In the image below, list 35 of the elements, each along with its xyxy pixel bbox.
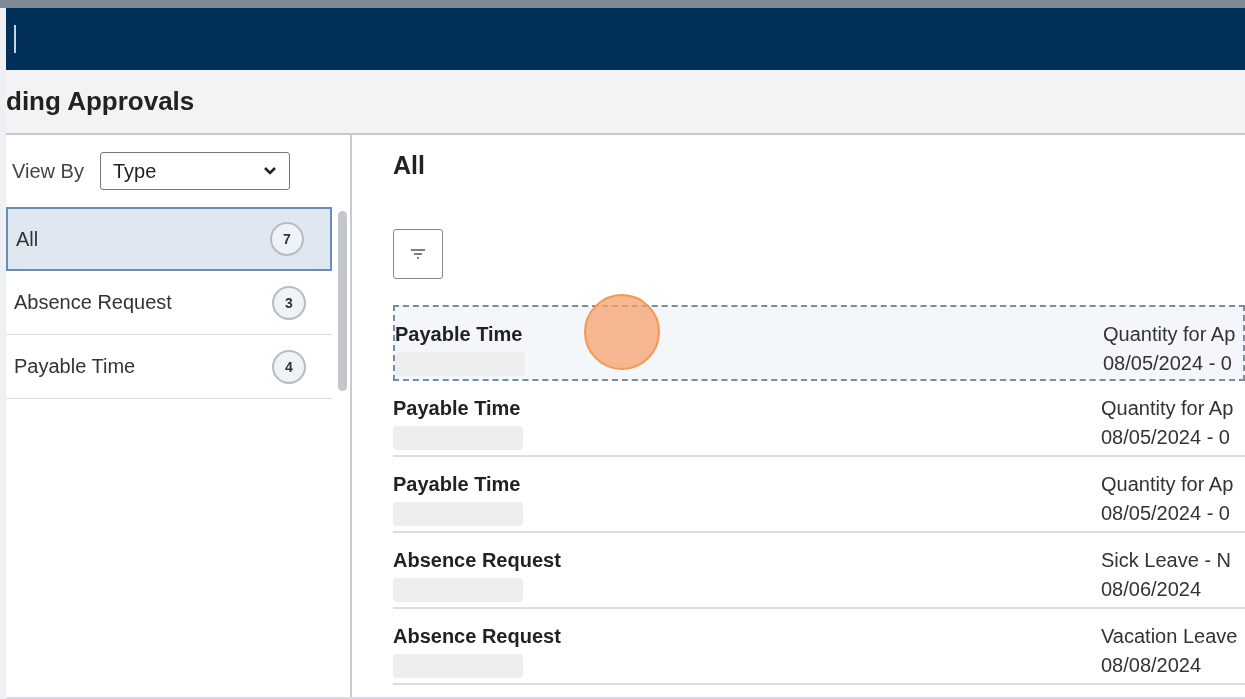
- request-type: Absence Request: [393, 625, 562, 648]
- request-detail: Vacation Leave: [1101, 625, 1238, 648]
- scrollbar[interactable]: [338, 211, 347, 391]
- filter-icon: [410, 248, 426, 260]
- request-date: 08/08/2024: [1101, 654, 1203, 677]
- request-detail: Quantity for Ap: [1101, 473, 1234, 496]
- approval-row[interactable]: Payable Time Quantity for Ap 08/05/2024 - 0: [393, 381, 1245, 457]
- view-by-label: View By: [12, 159, 84, 183]
- category-item[interactable]: Payable Time 4: [6, 335, 332, 399]
- count-badge: 3: [272, 285, 306, 320]
- approval-row[interactable]: Absence Request Sick Leave - N 08/06/2024: [393, 533, 1245, 609]
- request-date: 08/05/2024 - 0: [1101, 502, 1231, 525]
- request-detail: Sick Leave - N: [1101, 549, 1232, 572]
- approval-row[interactable]: Absence Request Vacation Leave 08/08/2024: [393, 609, 1245, 685]
- request-type: Payable Time: [395, 323, 524, 346]
- text-cursor-icon: [14, 25, 16, 53]
- request-detail: Quantity for Ap: [1101, 397, 1234, 420]
- request-type: Payable Time: [393, 397, 522, 420]
- category-item[interactable]: All 7: [6, 207, 332, 271]
- request-date: 08/06/2024: [1101, 578, 1203, 601]
- count-badge: 7: [270, 222, 304, 256]
- request-detail: Quantity for Ap: [1103, 323, 1236, 346]
- count-badge: 4: [272, 349, 306, 384]
- request-date: 08/05/2024 - 0: [1103, 352, 1233, 375]
- request-type: Absence Request: [393, 549, 562, 572]
- view-by-dropdown[interactable]: Type: [99, 152, 290, 190]
- approval-row[interactable]: Payable Time Quantity for Ap 08/05/2024 - 0: [393, 457, 1245, 533]
- caret-icon: [262, 166, 277, 176]
- section-heading: All: [393, 151, 426, 181]
- category-item[interactable]: Absence Request 3: [6, 271, 332, 335]
- filter-button[interactable]: [393, 229, 443, 279]
- page-title: ding Approvals: [6, 86, 195, 117]
- request-type: Payable Time: [393, 473, 522, 496]
- request-date: 08/05/2024 - 0: [1101, 426, 1231, 449]
- approval-row[interactable]: Payable Time Quantity for Ap 08/05/2024 - 0: [393, 305, 1245, 381]
